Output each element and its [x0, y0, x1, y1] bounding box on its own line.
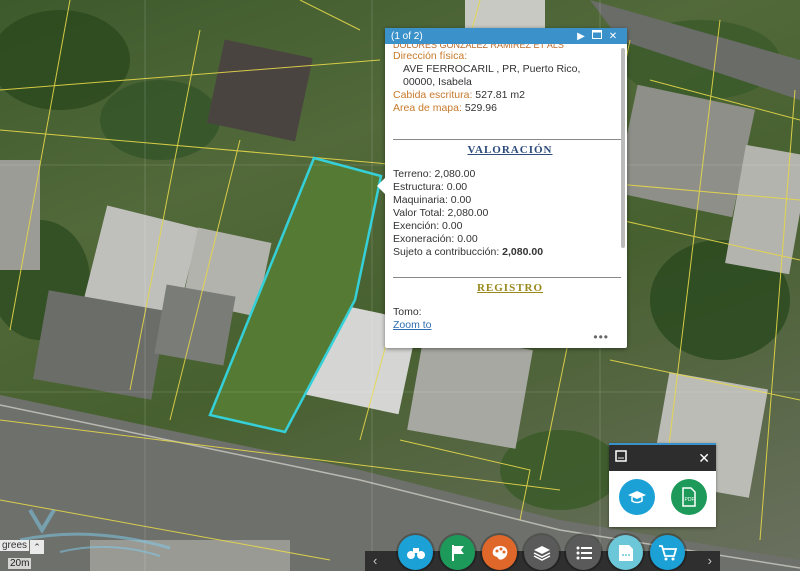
- sujeto-value: 2,080.00: [502, 246, 544, 258]
- direccion-line-1: AVE FERROCARIL , PR, Puerto Rico,: [403, 63, 581, 75]
- valor-label: Exoneración:: [393, 233, 455, 245]
- valor-label: Valor Total:: [393, 207, 445, 219]
- binoculars-icon[interactable]: [398, 535, 433, 570]
- valores-list: Terreno: 2,080.00 Estructura: 0.00 Maqui…: [393, 168, 627, 259]
- maximize-icon[interactable]: [589, 30, 605, 42]
- valor-row: Exención: 0.00: [393, 220, 627, 233]
- widget-close-icon[interactable]: ✕: [698, 450, 710, 467]
- palette-icon[interactable]: [482, 535, 517, 570]
- valor-value: 0.00: [446, 181, 468, 193]
- sujeto-label: Sujeto a contribucción:: [393, 246, 500, 258]
- list-icon[interactable]: [566, 535, 601, 570]
- area-value: 529.96: [464, 102, 497, 114]
- divider: [393, 277, 621, 278]
- valor-label: Terreno:: [393, 168, 432, 180]
- area-row: Area de mapa: 529.96: [393, 102, 627, 115]
- widget-header: ✕: [609, 443, 716, 471]
- flag-icon[interactable]: [440, 535, 475, 570]
- valor-row: Terreno: 2,080.00: [393, 168, 627, 181]
- tomo-label: Tomo:: [393, 306, 422, 318]
- play-icon[interactable]: ▶: [573, 31, 589, 42]
- registro-title: REGISTRO: [476, 282, 544, 294]
- coordinate-units: grees: [0, 540, 30, 551]
- svg-text:PDF: PDF: [685, 497, 695, 503]
- divider: [393, 139, 621, 140]
- direccion-line-2: 00000, Isabela: [403, 76, 472, 88]
- chevron-left-icon[interactable]: ‹: [373, 553, 377, 568]
- more-options-button[interactable]: •••: [593, 330, 609, 344]
- valoracion-title: VALORACIÓN: [467, 144, 553, 156]
- direccion-label: Dirección física:: [393, 50, 468, 62]
- valor-value: 0.00: [442, 220, 463, 232]
- valor-value: 2,080.00: [447, 207, 489, 219]
- layers-icon[interactable]: [524, 535, 559, 570]
- cabida-value: 527.81 m2: [475, 89, 525, 101]
- close-icon[interactable]: ✕: [605, 31, 621, 42]
- valor-label: Maquinaria:: [393, 194, 448, 206]
- valor-row: Valor Total: 2,080.00: [393, 207, 627, 220]
- scale-bar: grees ⌃ 20m: [0, 540, 44, 569]
- valor-label: Estructura:: [393, 181, 444, 193]
- popup-pointer: [377, 178, 385, 194]
- cart-icon[interactable]: [650, 535, 685, 570]
- parcel-popup: (1 of 2) ▶ ✕ DOLORES GONZALEZ RAMIREZ ET…: [377, 28, 627, 348]
- cabida-label: Cabida escritura:: [393, 89, 473, 101]
- document-icon[interactable]: [608, 535, 643, 570]
- valor-row: Estructura: 0.00: [393, 181, 627, 194]
- zoom-to-link[interactable]: Zoom to: [393, 319, 627, 332]
- popup-scrollbar[interactable]: [621, 48, 625, 248]
- valor-value: 2,080.00: [434, 168, 476, 180]
- mortarboard-icon[interactable]: [619, 479, 655, 515]
- valor-row: Exoneración: 0.00: [393, 233, 627, 246]
- sujeto-row: Sujeto a contribucción: 2,080.00: [393, 246, 627, 259]
- print-widget: ✕ PDF: [609, 443, 716, 527]
- chevron-right-icon[interactable]: ›: [708, 553, 712, 568]
- valor-value: 0.00: [450, 194, 472, 206]
- popup-content: DOLORES GONZALEZ RAMIREZ ET ALS Direcció…: [385, 44, 627, 348]
- popup-feature-count: (1 of 2): [391, 30, 423, 42]
- document-icon: [615, 449, 627, 467]
- pdf-icon[interactable]: PDF: [671, 479, 707, 515]
- popup-header: (1 of 2) ▶ ✕: [385, 28, 627, 44]
- chevron-up-icon[interactable]: ⌃: [30, 540, 44, 554]
- valor-row: Maquinaria: 0.00: [393, 194, 627, 207]
- valor-value: 0.00: [457, 233, 478, 245]
- scale-distance: 20m: [8, 558, 32, 569]
- area-label: Area de mapa:: [393, 102, 462, 114]
- valor-label: Exención:: [393, 220, 440, 232]
- cabida-row: Cabida escritura: 527.81 m2: [393, 89, 627, 102]
